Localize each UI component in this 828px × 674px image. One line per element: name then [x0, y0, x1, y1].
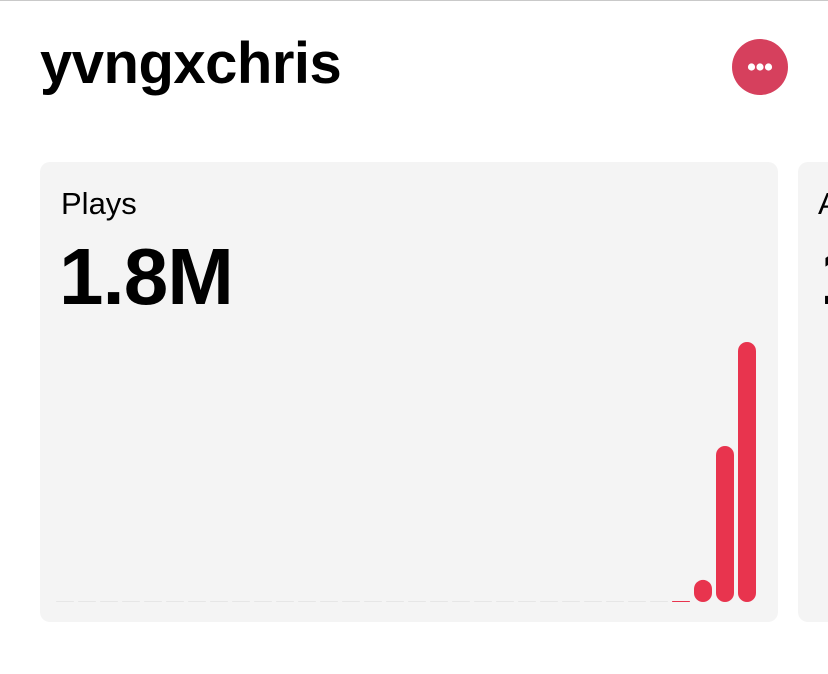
next-stat-value: 1: [820, 232, 828, 322]
chart-bar-13: [320, 601, 338, 602]
next-stat-card[interactable]: A 1: [798, 162, 828, 622]
chart-bar-24: [562, 601, 580, 602]
plays-card[interactable]: Plays 1.8M: [40, 162, 778, 622]
chart-bar-4: [122, 601, 140, 602]
artist-name-title: yvngxchris: [40, 31, 342, 96]
chart-bar-25: [584, 601, 602, 602]
chart-bar-21: [496, 601, 514, 602]
chart-bar-11: [276, 601, 294, 602]
chart-bar-30: [694, 579, 712, 602]
chart-bar-23: [540, 601, 558, 602]
more-options-button[interactable]: [732, 39, 788, 95]
next-stat-label: A: [818, 184, 828, 224]
chart-bar-3: [100, 601, 118, 602]
chart-bar-16: [386, 601, 404, 602]
chart-bar-15: [364, 601, 382, 602]
chart-bar-10: [254, 601, 272, 602]
ellipsis-icon: [747, 63, 773, 71]
chart-bar-12: [298, 601, 316, 602]
chart-bar-2: [78, 601, 96, 602]
chart-bar-6: [166, 601, 184, 602]
chart-bar-17: [408, 601, 426, 602]
chart-bar-20: [474, 601, 492, 602]
chart-bar-28: [650, 601, 668, 602]
chart-bar-27: [628, 601, 646, 602]
chart-bar-22: [518, 601, 536, 602]
chart-bar-19: [452, 601, 470, 602]
chart-bar-8: [210, 601, 228, 602]
chart-bar-1: [56, 601, 74, 602]
plays-bar-chart: [56, 342, 756, 602]
top-divider: [0, 0, 828, 1]
chart-bar-31: [716, 446, 734, 602]
chart-bar-32: [738, 342, 756, 602]
chart-bar-29: [672, 601, 690, 602]
chart-bar-26: [606, 601, 624, 602]
chart-bar-18: [430, 601, 448, 602]
chart-bar-5: [144, 601, 162, 602]
chart-bar-9: [232, 601, 250, 602]
chart-bar-7: [188, 601, 206, 602]
chart-bar-14: [342, 601, 360, 602]
